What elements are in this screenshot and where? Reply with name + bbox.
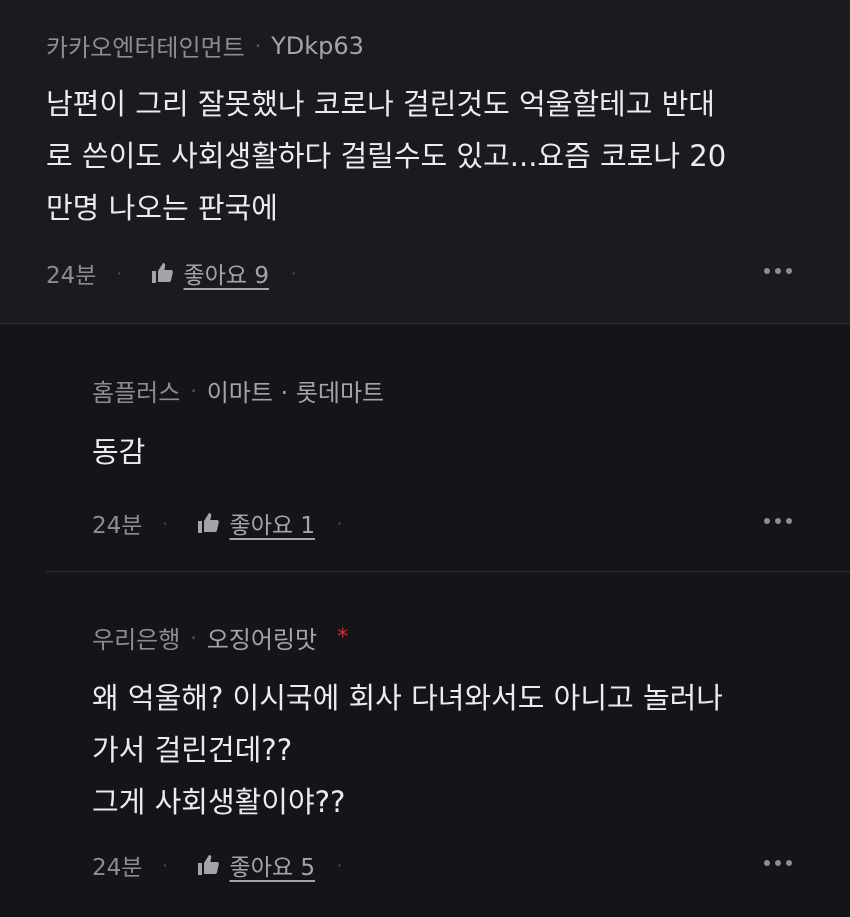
more-options-button[interactable] <box>764 268 792 274</box>
comment-meta: 우리은행 · 오징어링맛 * <box>92 620 348 655</box>
footer-separator: · <box>336 855 343 875</box>
more-horizontal-icon <box>764 268 770 274</box>
author-org[interactable]: 카카오엔터테인먼트 <box>46 28 245 63</box>
thumbs-up-icon <box>151 263 173 283</box>
author-badge: * <box>337 625 349 650</box>
comment-footer: 24분 · 좋아요 5 · <box>92 848 342 882</box>
like-button[interactable]: 좋아요 5 <box>196 848 315 882</box>
comment-time: 24분 <box>46 263 97 289</box>
meta-separator: · <box>190 378 197 403</box>
footer-separator: · <box>162 513 168 533</box>
footer-separator: · <box>336 513 343 533</box>
footer-separator: · <box>162 855 168 875</box>
reply-item: 우리은행 · 오징어링맛 * 왜 억울해? 이시국에 회사 다녀와서도 아니고 … <box>0 572 850 917</box>
thumbs-up-icon <box>197 513 219 533</box>
comment-meta: 카카오엔터테인먼트 · YDkp63 <box>46 28 364 63</box>
like-count: 좋아요 1 <box>229 513 315 539</box>
comment-time: 24분 <box>92 855 143 881</box>
author-nickname[interactable]: 이마트 · 롯데마트 <box>207 373 384 408</box>
like-button[interactable]: 좋아요 1 <box>196 506 315 540</box>
more-horizontal-icon <box>764 860 770 866</box>
more-options-button[interactable] <box>764 518 792 524</box>
comment-body: 남편이 그리 잘못했나 코로나 걸린것도 억울할테고 반대 로 쓴이도 사회생활… <box>46 87 727 225</box>
comment-meta: 홈플러스 · 이마트 · 롯데마트 <box>92 373 384 408</box>
footer-separator: · <box>290 263 297 283</box>
author-nickname[interactable]: YDkp63 <box>271 32 364 60</box>
comment-footer: 24분 · 좋아요 9 · <box>46 256 296 290</box>
comment-thread: 카카오엔터테인먼트 · YDkp63 남편이 그리 잘못했나 코로나 걸린것도 … <box>0 0 850 917</box>
author-org[interactable]: 홈플러스 <box>92 373 180 408</box>
reply-item: 홈플러스 · 이마트 · 롯데마트 동감 24분 · 좋아요 1 · <box>0 324 850 572</box>
like-count: 좋아요 5 <box>229 855 315 881</box>
footer-separator: · <box>116 263 122 283</box>
like-count: 좋아요 9 <box>183 263 269 289</box>
meta-separator: · <box>190 625 197 650</box>
comment-time: 24분 <box>92 513 143 539</box>
thumbs-up-icon <box>197 855 219 875</box>
comment-footer: 24분 · 좋아요 1 · <box>92 506 342 540</box>
more-horizontal-icon <box>764 518 770 524</box>
comment-body: 왜 억울해? 이시국에 회사 다녀와서도 아니고 놀러나 가서 걸린건데?? 그… <box>92 681 723 819</box>
author-nickname[interactable]: 오징어링맛 <box>207 620 317 655</box>
author-org[interactable]: 우리은행 <box>92 620 180 655</box>
comment-item: 카카오엔터테인먼트 · YDkp63 남편이 그리 잘못했나 코로나 걸린것도 … <box>0 0 850 324</box>
like-button[interactable]: 좋아요 9 <box>150 256 269 290</box>
comment-body: 동감 <box>92 435 146 469</box>
meta-separator: · <box>254 33 262 58</box>
more-options-button[interactable] <box>764 860 792 866</box>
